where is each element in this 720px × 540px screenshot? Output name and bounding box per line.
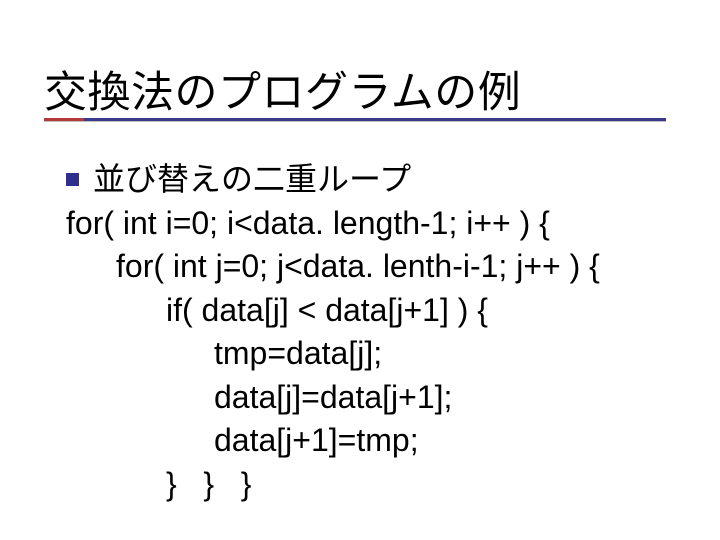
bullet-text: 並び替えの二重ループ [93, 158, 411, 202]
title-underline [44, 118, 666, 122]
code-line-5: data[j]=data[j+1]; [66, 376, 682, 420]
title-block: 交換法のプログラムの例 [44, 58, 521, 120]
bullet-item: 並び替えの二重ループ [66, 158, 682, 202]
code-line-1: for( int i=0; i<data. length-1; i++ ) { [66, 202, 682, 246]
underline-accent [44, 118, 84, 121]
slide: 交換法のプログラムの例 並び替えの二重ループ for( int i=0; i<d… [0, 0, 720, 540]
code-line-7: } } } [66, 463, 682, 507]
code-line-2: for( int j=0; j<data. lenth-i-1; j++ ) { [66, 245, 682, 289]
code-line-3: if( data[j] < data[j+1] ) { [66, 289, 682, 333]
code-line-4: tmp=data[j]; [66, 332, 682, 376]
underline-main [44, 118, 666, 121]
square-bullet-icon [66, 173, 79, 186]
slide-title: 交換法のプログラムの例 [44, 58, 521, 120]
body-content: 並び替えの二重ループ for( int i=0; i<data. length-… [66, 158, 682, 506]
code-line-6: data[j+1]=tmp; [66, 419, 682, 463]
